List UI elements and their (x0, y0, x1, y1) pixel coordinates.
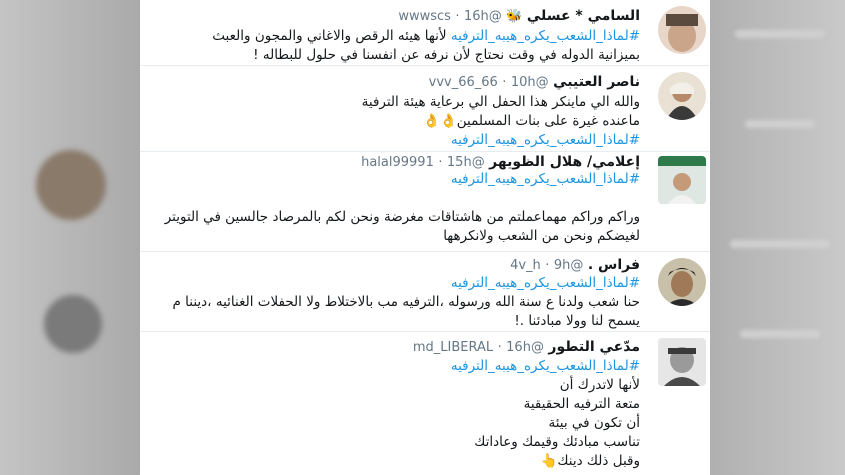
tweet-body: #لماذا_الشعب_يكره_هيبه_الترفيه وراكم ورا… (164, 170, 640, 246)
timestamp[interactable]: 9h (554, 258, 571, 273)
tweet-line: والله الي ماينكر هذا الحفل الي برعاية هي… (361, 94, 640, 110)
tweet-text: ماعنده غيرة على بنات المسلمين (456, 113, 640, 129)
background-right (710, 0, 845, 475)
tweet-header: مدّعي التطور @md_LIBERAL · 16h (413, 338, 640, 357)
tweet-body: #لماذا_الشعب_يكره_هيبه_الترفيه حنا شعب و… (172, 274, 641, 331)
avatar[interactable] (658, 338, 706, 386)
tweet-line: #لماذا_الشعب_يكره_هيبه_الترفيه (210, 131, 640, 150)
display-name[interactable]: فراس . (588, 257, 640, 273)
ok-hand-emoji: 👌👌 (423, 113, 457, 129)
blurred-avatar (36, 150, 106, 220)
tweet-feed: ⌄ السامي * عسلي 🐝 @wwwscs · 16h #لماذا_ا… (140, 0, 710, 475)
tweet-line: #لماذا_الشعب_يكره_هيبه_الترفيه (210, 274, 640, 293)
separator-dot: · (455, 9, 460, 24)
tweet[interactable]: ⌄ السامي * عسلي 🐝 @wwwscs · 16h #لماذا_ا… (140, 0, 710, 66)
tweet-header: السامي * عسلي 🐝 @wwwscs · 16h (398, 7, 640, 26)
hashtag-link[interactable]: #لماذا_الشعب_يكره_هيبه_الترفيه (451, 275, 640, 291)
tweet-body: والله الي ماينكر هذا الحفل الي برعاية هي… (210, 93, 640, 150)
timestamp[interactable]: 15h (447, 155, 472, 170)
tweet[interactable]: ⌄ مدّعي التطور @md_LIBERAL · 16h #لماذا_… (140, 332, 710, 475)
blurred-text (735, 30, 825, 38)
tweet-line: لغيضكم ونحن من الشعب ولانكرهها (443, 228, 640, 244)
display-name[interactable]: إعلامي/ هلال الظويهر (489, 154, 640, 170)
pointing-up-emoji: 👆 (540, 453, 558, 469)
tweet-header: ناصر العتيبي @vvv_66_66 · 10h (429, 73, 640, 92)
background-left (0, 0, 140, 475)
tweet-line: يسمح لنا وولا مبادئنا .! (514, 313, 640, 329)
avatar[interactable] (658, 72, 706, 120)
tweet-line: متعة الترفيه الحقيقية (523, 396, 640, 412)
avatar[interactable] (658, 258, 706, 306)
timestamp[interactable]: 16h (464, 9, 489, 24)
tweet[interactable]: ⌄ فراس . @4v_h · 9h #لماذا_الشعب_يكره_هي… (140, 252, 710, 332)
tweet[interactable]: ⌄ ناصر العتيبي @vvv_66_66 · 10h والله ال… (140, 66, 710, 152)
tweet[interactable]: ⌄ إعلامي/ هلال الظويهر @halal99991 · 15h… (140, 152, 710, 252)
bee-icon: 🐝 (506, 9, 523, 24)
separator-dot: · (497, 340, 502, 355)
timestamp[interactable]: 16h (506, 340, 531, 355)
tweet-line: ماعنده غيرة على بنات المسلمين👌👌 (210, 112, 640, 131)
avatar[interactable] (658, 6, 706, 54)
tweet-line: بميزانية الدوله في وقت نحتاج لأن نرفه عن… (253, 47, 640, 63)
tweet-text: وقبل ذلك دينك (557, 453, 640, 469)
separator-dot: · (502, 75, 507, 90)
tweet-line: #لماذا_الشعب_يكره_هيبه_الترفيه (210, 357, 640, 376)
tweet-line: تناسب مبادئك وقيمك وعاداتك (474, 434, 640, 450)
tweet-text: لأنها هيئه الرقص والاغاني والمجون والعبث (212, 28, 451, 44)
tweet-body: #لماذا_الشعب_يكره_هيبه_الترفيه لأنها هيئ… (210, 27, 640, 65)
tweet-line: لأنها لاتدرك أن (559, 377, 640, 393)
separator-dot: · (545, 258, 550, 273)
timestamp[interactable]: 10h (511, 75, 536, 90)
blurred-avatar (44, 295, 102, 353)
separator-dot: · (438, 155, 443, 170)
tweet-line: وقبل ذلك دينك👆 (210, 452, 640, 471)
hashtag-link[interactable]: #لماذا_الشعب_يكره_هيبه_الترفيه (451, 28, 640, 44)
avatar[interactable] (658, 156, 706, 204)
tweet-line: أن تكون في بيئة (548, 415, 641, 431)
tweet-line: وراكم وراكم مهماعملتم من هاشتاقات مغرضة … (164, 209, 640, 225)
tweet-line: #لماذا_الشعب_يكره_هيبه_الترفيه (210, 170, 640, 189)
blurred-text (745, 120, 815, 128)
blurred-text (740, 330, 820, 338)
display-name[interactable]: السامي * عسلي (527, 8, 640, 24)
hashtag-link[interactable]: #لماذا_الشعب_يكره_هيبه_الترفيه (451, 171, 640, 187)
hashtag-link[interactable]: #لماذا_الشعب_يكره_هيبه_الترفيه (451, 132, 640, 148)
display-name[interactable]: ناصر العتيبي (553, 74, 640, 90)
display-name[interactable]: مدّعي التطور (548, 339, 640, 355)
tweet-line (210, 189, 640, 208)
tweet-body: #لماذا_الشعب_يكره_هيبه_الترفيه لأنها لات… (210, 357, 640, 471)
tweet-line: #لماذا_الشعب_يكره_هيبه_الترفيه لأنها هيئ… (210, 27, 640, 46)
tweet-line: حنا شعب ولدنا ع سنة الله ورسوله ،الترفيه… (172, 294, 641, 310)
tweet-header: فراس . @4v_h · 9h (510, 256, 640, 275)
hashtag-link[interactable]: #لماذا_الشعب_يكره_هيبه_الترفيه (451, 358, 640, 374)
blurred-text (730, 240, 830, 248)
